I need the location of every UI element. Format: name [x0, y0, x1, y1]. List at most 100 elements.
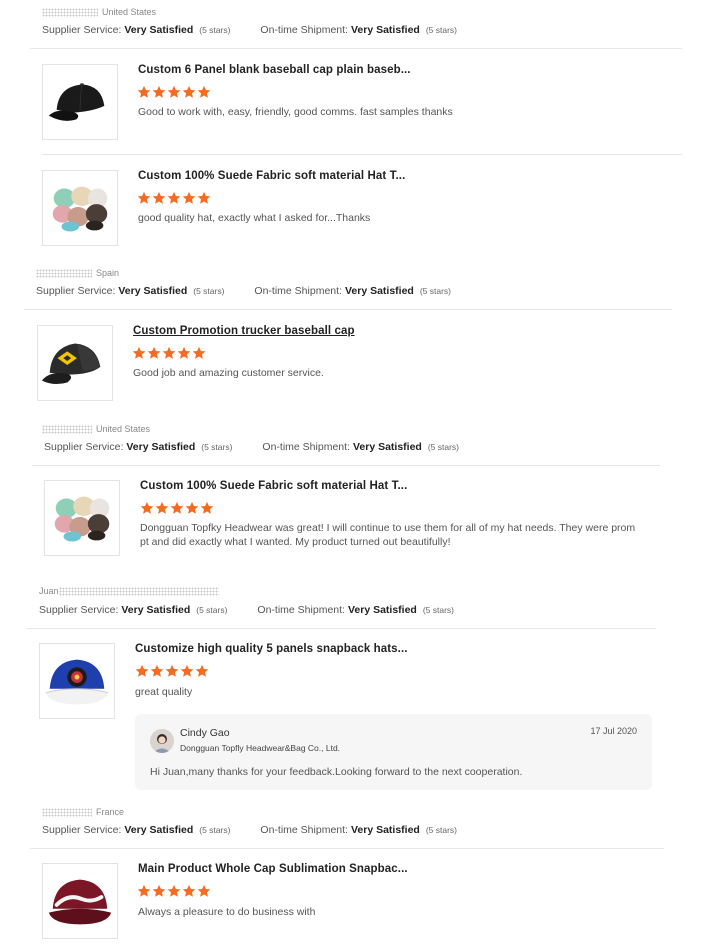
divider [30, 48, 682, 49]
rating-summary: Supplier Service: Very Satisfied (5 stars)… [42, 22, 457, 38]
supplier-service-value: Very Satisfied [118, 285, 188, 297]
ontime-shipment-label: On-time Shipment: [257, 604, 345, 616]
reply-text: Hi Juan,many thanks for your feedback.Lo… [150, 766, 523, 778]
review-text-line: Dongguan Topfky Headwear was great! I wi… [140, 522, 636, 534]
supplier-service-label: Supplier Service: [42, 24, 122, 36]
supplier-service-value: Very Satisfied [124, 824, 194, 836]
masked-buyer-name [36, 268, 92, 278]
rating-summary: Supplier Service: Very Satisfied (5 stars)… [42, 822, 457, 838]
buyer-info: France [42, 805, 124, 819]
product-image[interactable] [39, 643, 115, 719]
ontime-shipment-stars: (5 stars) [419, 286, 452, 296]
masked-buyer-name [58, 586, 219, 596]
star-icon [197, 85, 211, 98]
review-text: Good to work with, easy, friendly, good … [138, 106, 453, 118]
ontime-shipment-value: Very Satisfied [344, 285, 414, 297]
review-text: good quality hat, exactly what I asked f… [138, 212, 371, 224]
ontime-shipment-value: Very Satisfied [350, 824, 420, 836]
review-text: great quality [135, 686, 193, 698]
supplier-service-value: Very Satisfied [124, 24, 194, 36]
product-image[interactable] [42, 863, 118, 939]
buyer-info: United States [42, 5, 156, 19]
star-icon [197, 884, 211, 897]
star-icon [152, 191, 166, 204]
supplier-service-stars: (5 stars) [193, 286, 225, 296]
star-rating [132, 346, 206, 360]
divider [24, 309, 672, 310]
ontime-shipment-value: Very Satisfied [350, 24, 420, 36]
star-icon [167, 191, 181, 204]
divider [26, 628, 656, 629]
supplier-service-value: Very Satisfied [126, 441, 196, 453]
masked-buyer-name [42, 7, 98, 17]
star-icon [197, 191, 211, 204]
star-icon [135, 664, 149, 677]
star-icon [177, 346, 191, 359]
buyer-info: Juan [39, 584, 223, 598]
avatar [150, 729, 174, 753]
buyer-info: United States [42, 422, 150, 436]
star-icon [170, 501, 184, 514]
product-title[interactable]: Custom 100% Suede Fabric soft material H… [138, 170, 405, 182]
buyer-country: United States [96, 424, 151, 434]
ontime-shipment-stars: (5 stars) [425, 25, 458, 35]
reply-author-name: Cindy Gao [180, 727, 230, 739]
star-icon [195, 664, 209, 677]
star-rating [135, 664, 209, 678]
star-icon [165, 664, 179, 677]
review-text-line: pt and did exactly what I wanted. My pro… [140, 536, 451, 548]
star-icon [137, 85, 151, 98]
ontime-shipment-stars: (5 stars) [427, 442, 460, 452]
star-icon [185, 501, 199, 514]
product-title[interactable]: Customize high quality 5 panels snapback… [135, 643, 408, 655]
star-icon [182, 191, 196, 204]
rating-summary: Supplier Service: Very Satisfied (5 stars)… [39, 602, 454, 618]
review-text: Good job and amazing customer service. [133, 367, 324, 379]
review-text: Always a pleasure to do business with [138, 906, 316, 918]
reply-date: 17 Jul 2020 [590, 726, 637, 736]
product-image[interactable] [44, 480, 120, 556]
divider [30, 848, 664, 849]
star-icon [182, 85, 196, 98]
ontime-shipment-label: On-time Shipment: [260, 824, 348, 836]
supplier-service-label: Supplier Service: [36, 285, 116, 297]
star-rating [140, 501, 214, 515]
trucker-cap-image [41, 343, 101, 385]
star-icon [147, 346, 161, 359]
rating-summary: Supplier Service: Very Satisfied (5 stars)… [36, 283, 451, 299]
ontime-shipment-label: On-time Shipment: [260, 24, 348, 36]
suede-hats-group-image [54, 496, 110, 542]
product-title[interactable]: Custom Promotion trucker baseball cap [133, 325, 355, 337]
buyer-info: Spain [36, 266, 119, 280]
product-image[interactable] [42, 64, 118, 140]
product-image[interactable] [42, 170, 118, 246]
supplier-service-stars: (5 stars) [199, 825, 231, 835]
supplier-service-stars: (5 stars) [199, 25, 231, 35]
product-title[interactable]: Main Product Whole Cap Sublimation Snapb… [138, 863, 408, 875]
supplier-service-stars: (5 stars) [196, 605, 228, 615]
ontime-shipment-value: Very Satisfied [352, 441, 422, 453]
ontime-shipment-label: On-time Shipment: [262, 441, 350, 453]
buyer-name: Juan [39, 586, 59, 596]
star-icon [162, 346, 176, 359]
star-icon [152, 884, 166, 897]
ontime-shipment-stars: (5 stars) [422, 605, 455, 615]
product-title[interactable]: Custom 6 Panel blank baseball cap plain … [138, 64, 411, 76]
star-icon [155, 501, 169, 514]
buyer-country: United States [102, 7, 157, 17]
star-rating [137, 884, 211, 898]
product-image[interactable] [37, 325, 113, 401]
supplier-service-label: Supplier Service: [42, 824, 122, 836]
supplier-service-stars: (5 stars) [201, 442, 233, 452]
product-title[interactable]: Custom 100% Suede Fabric soft material H… [140, 480, 407, 492]
blue-snapback-image [45, 659, 109, 705]
star-icon [140, 501, 154, 514]
ontime-shipment-value: Very Satisfied [347, 604, 417, 616]
reply-company: Dongguan Topfly Headwear&Bag Co., Ltd. [180, 743, 341, 753]
ontime-shipment-stars: (5 stars) [425, 825, 458, 835]
star-icon [150, 664, 164, 677]
star-icon [200, 501, 214, 514]
star-icon [180, 664, 194, 677]
divider [42, 154, 682, 155]
maroon-snapback-image [48, 879, 112, 925]
